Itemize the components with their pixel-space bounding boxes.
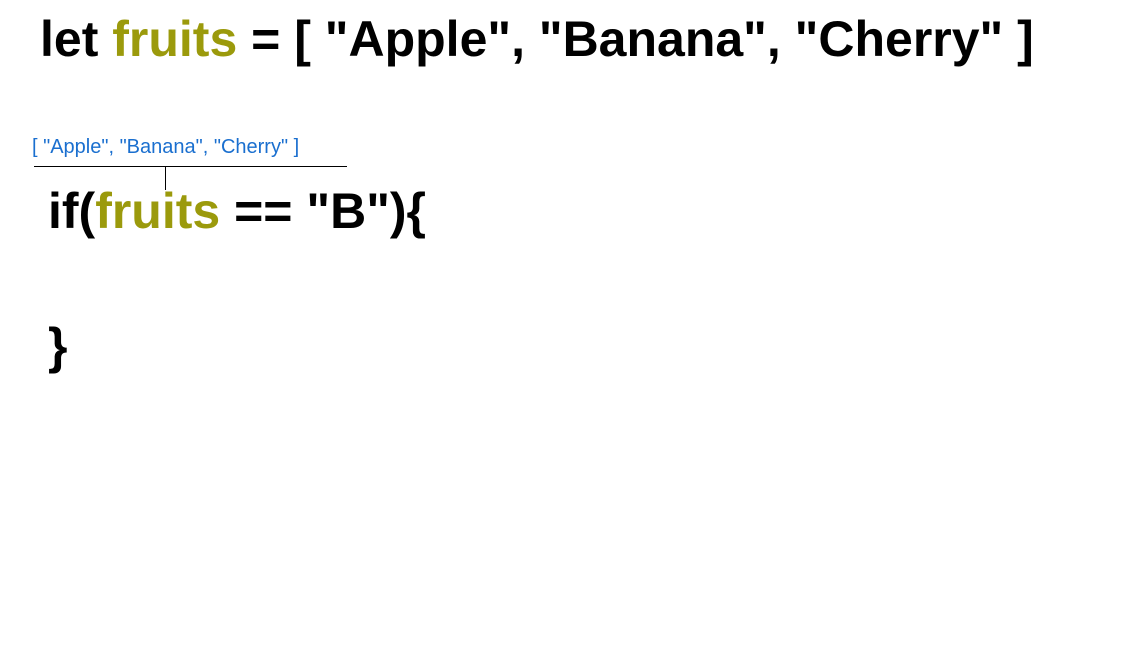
array-literal: = [ "Apple", "Banana", "Cherry" ]	[237, 11, 1034, 67]
code-line-closing-brace: }	[48, 321, 67, 371]
code-line-condition: if(fruits == "B"){	[48, 186, 426, 236]
code-line-declaration: let fruits = [ "Apple", "Banana", "Cherr…	[40, 14, 1034, 64]
fruits-variable-reference: fruits	[95, 183, 221, 239]
annotation-underline	[34, 166, 347, 167]
fruits-variable: fruits	[112, 11, 238, 67]
if-keyword: if(	[48, 183, 96, 239]
code-slide: { "colors": { "keyword": "#000000", "var…	[0, 0, 1136, 645]
annotation-value: [ "Apple", "Banana", "Cherry" ]	[32, 136, 300, 158]
comparison-expression: == "B"){	[220, 183, 427, 239]
variable-value-annotation: [ "Apple", "Banana", "Cherry" ]	[32, 136, 347, 190]
let-keyword: let	[40, 11, 113, 67]
closing-brace: }	[48, 318, 68, 374]
